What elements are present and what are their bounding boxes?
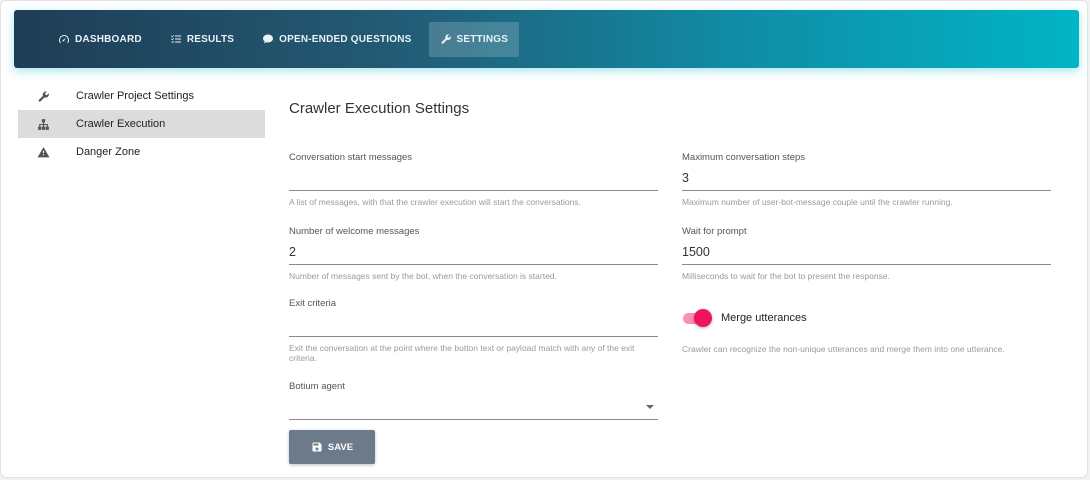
top-navigation: DASHBOARD RESULTS OPEN-ENDED QUESTIONS S… bbox=[14, 10, 1079, 68]
field-label: Number of welcome messages bbox=[289, 226, 420, 237]
field-help-text: Maximum number of user-bot-message coupl… bbox=[682, 197, 953, 207]
welcome-messages-field: Number of welcome messages 2 Number of m… bbox=[289, 226, 658, 281]
nav-tab-label: DASHBOARD bbox=[75, 33, 142, 45]
chat-bubble-icon bbox=[263, 34, 274, 44]
sidebar-item-crawler-project-settings[interactable]: Crawler Project Settings bbox=[18, 82, 265, 110]
sidebar-item-label: Crawler Execution bbox=[76, 118, 166, 130]
nav-tab-label: SETTINGS bbox=[456, 33, 509, 45]
floppy-disk-icon bbox=[312, 442, 322, 452]
sidebar-item-label: Crawler Project Settings bbox=[76, 90, 194, 102]
conversation-start-messages-input[interactable] bbox=[289, 167, 658, 191]
nav-tab-label: RESULTS bbox=[186, 33, 235, 45]
toggle-knob bbox=[694, 309, 712, 327]
field-help-text: Milliseconds to wait for the bot to pres… bbox=[682, 271, 890, 281]
field-help-text: Number of messages sent by the bot, when… bbox=[289, 271, 557, 281]
field-help-text: Exit the conversation at the point where… bbox=[289, 343, 635, 363]
field-label: Conversation start messages bbox=[289, 152, 413, 163]
wrench-icon bbox=[441, 34, 451, 44]
maximum-conversation-steps-field: Maximum conversation steps 3 Maximum num… bbox=[682, 152, 1051, 207]
botium-agent-select[interactable] bbox=[289, 396, 658, 420]
sitemap-icon bbox=[18, 118, 68, 131]
speedometer-icon bbox=[59, 34, 70, 44]
sidebar-item-crawler-execution[interactable]: Crawler Execution bbox=[18, 110, 265, 138]
welcome-messages-input[interactable]: 2 bbox=[289, 241, 658, 265]
field-label: Maximum conversation steps bbox=[682, 152, 806, 163]
warning-icon bbox=[18, 146, 68, 159]
exit-criteria-input[interactable] bbox=[289, 313, 658, 337]
exit-criteria-field: Exit criteria Exit the conversation at t… bbox=[289, 298, 658, 363]
page: DASHBOARD RESULTS OPEN-ENDED QUESTIONS S… bbox=[0, 0, 1088, 478]
wrench-icon bbox=[18, 90, 68, 103]
page-title: Crawler Execution Settings bbox=[289, 100, 470, 117]
wait-for-prompt-field: Wait for prompt 1500 Milliseconds to wai… bbox=[682, 226, 1051, 281]
field-label: Botium agent bbox=[289, 381, 345, 392]
sidebar: Crawler Project Settings Crawler Executi… bbox=[18, 82, 265, 166]
field-label: Exit criteria bbox=[289, 298, 336, 309]
nav-tab-open-ended-questions[interactable]: OPEN-ENDED QUESTIONS bbox=[251, 22, 422, 57]
merge-utterances-help-text: Crawler can recognize the non-unique utt… bbox=[682, 344, 1005, 354]
conversation-start-messages-field: Conversation start messages A list of me… bbox=[289, 152, 658, 207]
nav-tab-dashboard[interactable]: DASHBOARD bbox=[47, 22, 153, 57]
sidebar-item-danger-zone[interactable]: Danger Zone bbox=[18, 138, 265, 166]
nav-tab-settings[interactable]: SETTINGS bbox=[428, 21, 520, 57]
wait-for-prompt-input[interactable]: 1500 bbox=[682, 241, 1051, 265]
save-button[interactable]: SAVE bbox=[289, 430, 375, 464]
sidebar-item-label: Danger Zone bbox=[76, 146, 141, 158]
save-button-label: SAVE bbox=[327, 441, 354, 453]
field-help-text: A list of messages, with that the crawle… bbox=[289, 197, 581, 207]
botium-agent-field: Botium agent bbox=[289, 381, 658, 420]
chevron-down-icon bbox=[646, 405, 654, 409]
maximum-conversation-steps-input[interactable]: 3 bbox=[682, 167, 1051, 191]
merge-utterances-toggle[interactable] bbox=[682, 308, 712, 328]
merge-utterances-row: Merge utterances bbox=[682, 308, 807, 328]
nav-tab-label: OPEN-ENDED QUESTIONS bbox=[279, 33, 412, 45]
checklist-icon bbox=[170, 35, 181, 43]
merge-utterances-label: Merge utterances bbox=[721, 312, 807, 324]
field-label: Wait for prompt bbox=[682, 226, 747, 237]
nav-tab-results[interactable]: RESULTS bbox=[159, 22, 245, 57]
